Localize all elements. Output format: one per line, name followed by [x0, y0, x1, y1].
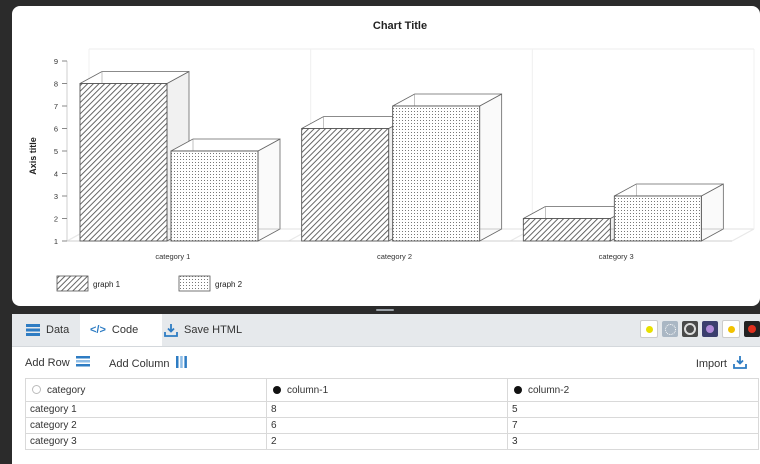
import-label: Import: [695, 358, 727, 370]
import-button[interactable]: Import: [696, 356, 747, 372]
y-axis-title: Axis title: [28, 137, 38, 175]
column-header-category[interactable]: category: [25, 378, 267, 402]
bar-graph-2-2: [392, 105, 481, 242]
bar-graph-2-1: [170, 150, 259, 242]
add-row-label: Add Row: [25, 357, 70, 369]
x-tick-label: category 2: [377, 252, 412, 261]
table-icon: [26, 324, 40, 336]
series-dot-icon: [273, 385, 281, 394]
table-row: category 3 2 3: [25, 433, 759, 450]
cell[interactable]: 7: [507, 417, 759, 434]
bar-chart: Chart Title Axis title 1 2 3 4 5 6 7 8 9 category…: [28, 20, 755, 292]
bar-side: [479, 93, 503, 242]
y-tick-label: 8: [54, 80, 58, 89]
cell[interactable]: 2: [266, 433, 508, 450]
x-tick-label: category 1: [155, 252, 190, 261]
add-icon[interactable]: [32, 385, 41, 395]
column-header-2[interactable]: column-2: [507, 378, 759, 402]
import-icon: [733, 356, 747, 372]
y-tick-label: 4: [54, 170, 58, 179]
table-row: category 1 8 5: [25, 401, 759, 418]
data-grid: category column-1 column-2 category 1 8 …: [25, 378, 759, 450]
legend-swatch: [56, 275, 89, 292]
x-tick-label: category 3: [599, 252, 634, 261]
cell[interactable]: category 1: [25, 401, 267, 418]
bar-graph-2-3: [613, 195, 702, 242]
save-html-label: Save HTML: [184, 324, 243, 336]
tab-data[interactable]: Data: [12, 314, 90, 346]
cell[interactable]: category 2: [25, 417, 267, 434]
theme-swatch-red[interactable]: [744, 321, 760, 337]
editor-panel: Data </> Code Save HTML Add Row Add Colu…: [12, 314, 760, 464]
legend-swatch: [178, 275, 211, 292]
legend-label: graph 1: [93, 280, 121, 289]
tab-code-label: Code: [111, 324, 139, 336]
table-row: category 2 6 7: [25, 417, 759, 434]
y-tick-label: 6: [54, 125, 58, 134]
y-tick-label: 1: [54, 237, 58, 246]
theme-swatch-pattern[interactable]: [662, 321, 678, 337]
series-dot-icon: [514, 385, 522, 394]
bar-side: [257, 138, 281, 242]
add-column-button[interactable]: Add Column: [109, 356, 189, 371]
cell[interactable]: 6: [266, 417, 508, 434]
theme-swatches: [640, 318, 760, 340]
theme-swatch-gray[interactable]: [682, 321, 698, 337]
y-tick-label: 2: [54, 215, 58, 224]
y-tick-label: 9: [54, 57, 58, 66]
tab-data-label: Data: [46, 324, 70, 336]
chart-card: Chart Title Axis title 1 2 3 4 5 6 7 8 9 category…: [12, 6, 760, 306]
y-tick-label: 3: [54, 192, 58, 201]
y-tick-label: 5: [54, 147, 58, 156]
cell[interactable]: 8: [266, 401, 508, 418]
add-row-button[interactable]: Add Row: [25, 356, 90, 370]
bar-graph-1-1: [79, 83, 168, 242]
theme-swatch-purple[interactable]: [702, 321, 718, 337]
column-header-1[interactable]: column-1: [266, 378, 508, 402]
tab-code[interactable]: </> Code: [80, 314, 162, 346]
cell[interactable]: category 3: [25, 433, 267, 450]
theme-swatch-sun[interactable]: [722, 320, 740, 338]
bar-graph-1-2: [301, 128, 390, 242]
legend-label: graph 2: [215, 280, 243, 289]
cell[interactable]: 5: [507, 401, 759, 418]
grid-header-row: category column-1 column-2: [25, 378, 759, 402]
add-column-label: Add Column: [109, 357, 170, 370]
y-tick-label: 7: [54, 102, 58, 111]
theme-swatch-yellow[interactable]: [640, 320, 658, 338]
grid-toolbar: Add Row Add Column Import: [12, 348, 760, 378]
add-row-icon: [75, 356, 90, 370]
save-html-button[interactable]: Save HTML: [162, 314, 254, 346]
tab-bar: Data </> Code Save HTML: [12, 314, 760, 347]
chart-title: Chart Title: [373, 20, 427, 32]
cell[interactable]: 3: [507, 433, 759, 450]
add-column-icon: [175, 356, 189, 371]
bar-graph-1-3: [522, 218, 611, 242]
grid-line: [731, 228, 755, 242]
panel-splitter[interactable]: [376, 309, 394, 311]
code-icon: </>: [90, 324, 106, 336]
download-icon: [164, 323, 178, 337]
